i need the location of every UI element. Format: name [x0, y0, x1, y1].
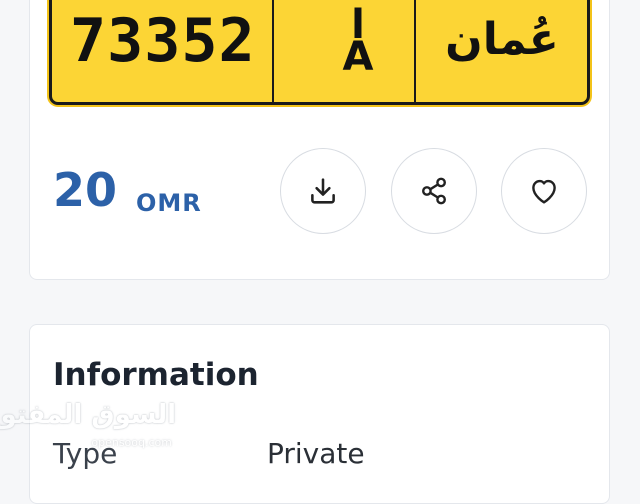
download-button[interactable] — [280, 148, 366, 234]
share-button[interactable] — [391, 148, 477, 234]
site-watermark: السوق المفتوح opensooq.com — [0, 400, 180, 460]
watermark-latin: opensooq.com — [91, 436, 172, 449]
listing-card: 73352 ا A عُمان 20 OMR — [29, 0, 610, 280]
watermark-arabic: السوق المفتوح — [0, 400, 176, 430]
heart-icon — [532, 179, 556, 204]
information-title: Information — [53, 357, 259, 393]
plate-letter-latin: A — [342, 34, 374, 80]
license-plate: 73352 ا A عُمان — [49, 0, 590, 105]
favorite-button[interactable] — [501, 148, 587, 234]
plate-country-name: عُمان — [445, 14, 559, 65]
download-icon — [311, 178, 335, 204]
plate-number: 73352 — [70, 6, 256, 76]
plate-divider — [414, 0, 416, 102]
price-currency: OMR — [136, 189, 202, 217]
share-icon — [422, 177, 446, 205]
info-value-type: Private — [267, 437, 365, 470]
plate-divider — [272, 0, 274, 102]
price-value: 20 — [53, 163, 118, 217]
